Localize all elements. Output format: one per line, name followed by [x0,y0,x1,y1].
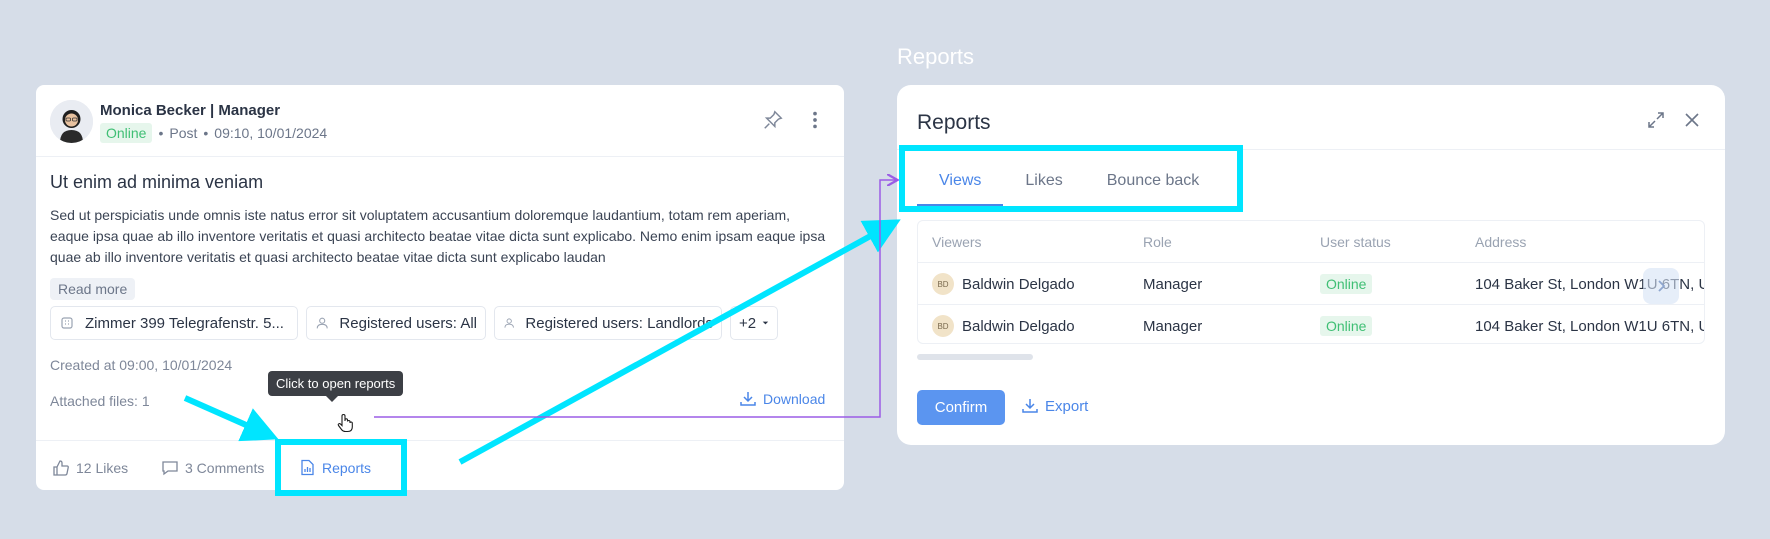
user-icon [316,317,328,329]
scroll-right-button[interactable] [1643,268,1679,304]
download-label: Download [763,391,826,407]
role-cell: Manager [1143,275,1203,293]
chips-more-dropdown[interactable]: +2 [730,306,778,340]
viewer-name: Baldwin Delgado [962,275,1075,293]
read-more-button[interactable]: Read more [50,278,136,300]
chip-location[interactable]: Zimmer 399 Telegrafenstr. 5... [50,306,298,340]
post-card: Monica Becker | Manager Online • Post • … [36,85,844,490]
column-header: User status [1320,234,1391,250]
export-label: Export [1045,397,1089,415]
close-icon[interactable] [1683,111,1701,129]
chevron-right-icon [1658,280,1666,292]
report-icon [301,459,314,476]
page-caption: Reports [897,44,975,69]
meta-separator: • [203,125,209,141]
caret-down-icon [762,321,769,325]
created-at: Created at 09:00, 10/01/2024 [50,357,233,373]
status-cell: Online [1320,263,1373,305]
table-header: Viewers Role User status Address [918,221,1704,263]
tooltip: Click to open reports [268,371,404,402]
user-icon [504,318,514,328]
chip-registered-all[interactable]: Registered users: All [306,306,486,340]
avatar [50,100,93,143]
column-header: Address [1475,234,1527,250]
attached-files: Attached files: 1 [50,393,150,409]
confirm-button[interactable]: Confirm [917,390,1005,425]
table-row[interactable]: BD Baldwin Delgado Manager Online 104 Ba… [918,305,1705,343]
column-header: Viewers [932,234,982,250]
viewer-cell: BD Baldwin Delgado [932,263,1075,305]
more-vertical-icon[interactable] [804,109,826,131]
viewer-cell: BD Baldwin Delgado [932,305,1075,343]
table-row[interactable]: BD Baldwin Delgado Manager Online 104 Ba… [918,263,1704,305]
reports-label: Reports [322,459,372,476]
tab-views[interactable]: Views [917,160,1004,206]
download-button[interactable]: Download [739,390,825,408]
likes-label: 12 Likes [76,460,129,476]
avatar: BD [932,315,954,337]
post-body: Sed ut perspiciatis unde omnis iste natu… [50,207,826,265]
download-icon [740,392,756,406]
viewer-name: Baldwin Delgado [962,317,1075,335]
hand-cursor-icon [337,413,353,433]
avatar: BD [932,273,954,295]
post-header: Monica Becker | Manager Online • Post • … [36,85,844,157]
thumbs-up-icon [53,460,69,476]
tab-likes[interactable]: Likes [1003,160,1084,204]
horizontal-scrollbar[interactable] [917,354,1033,360]
post-datetime: 09:10, 10/01/2024 [214,125,328,141]
pin-icon[interactable] [762,109,784,131]
tab-bar: Views Likes Bounce back [917,160,1222,206]
post-type: Post [169,125,198,141]
meta-separator: • [158,125,164,141]
chip-label: Registered users: Landlords [525,314,713,332]
comment-icon [162,461,178,476]
download-icon [1022,399,1038,413]
post-title: Ut enim ad minima veniam [50,172,264,192]
status-badge: Online [100,123,153,143]
chip-label: Registered users: All [339,314,477,332]
address-cell: 104 Baker St, London W1U 6TN, U [1475,317,1705,335]
comments-label: 3 Comments [185,460,265,476]
status-badge: Online [1320,316,1373,336]
tab-bounce-back[interactable]: Bounce back [1085,160,1222,204]
post-meta: Online • Post • 09:10, 10/01/2024 [100,123,327,143]
post-author: Monica Becker | Manager [100,102,281,119]
chip-label: Zimmer 399 Telegrafenstr. 5... [85,314,284,332]
building-icon [61,317,73,329]
export-button[interactable]: Export [1021,397,1088,415]
reports-panel: Reports Views Likes Bounce back Viewers … [897,85,1725,445]
chip-list: Zimmer 399 Telegrafenstr. 5... Registere… [50,306,778,340]
column-header: Role [1143,234,1172,250]
chip-registered-landlords[interactable]: Registered users: Landlords [494,306,722,340]
expand-icon[interactable] [1647,111,1665,129]
status-badge: Online [1320,274,1373,294]
status-cell: Online [1320,305,1373,343]
reports-button[interactable]: Reports [299,459,371,476]
panel-title: Reports [917,111,991,134]
comments-button[interactable]: 3 Comments [161,459,264,477]
chips-more-count: +2 [739,314,757,332]
viewers-table: Viewers Role User status Address BD Bald… [917,220,1705,344]
role-cell: Manager [1143,317,1203,335]
post-footer: 12 Likes 3 Comments Reports [36,440,844,490]
divider [897,149,1725,150]
likes-button[interactable]: 12 Likes [52,459,128,477]
